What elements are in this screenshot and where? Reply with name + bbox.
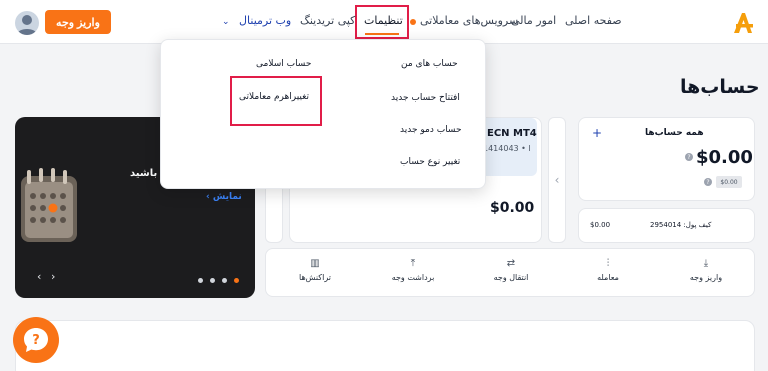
- trash-icon: ▥: [310, 258, 320, 269]
- promo-show-link[interactable]: ‹ نمایش: [206, 192, 242, 202]
- action-transactions[interactable]: ▥ تراکنش‌ها: [285, 258, 345, 282]
- chevron-down-icon: ⌄: [222, 17, 230, 27]
- candlestick-icon: ⫶: [606, 258, 610, 269]
- add-account-icon[interactable]: +: [592, 126, 602, 140]
- carousel-dot[interactable]: [198, 278, 203, 283]
- nav-home[interactable]: صفحه اصلی: [565, 14, 622, 27]
- promo-link-label: نمایش: [212, 192, 242, 202]
- nav-copy-trading[interactable]: کپی تریدینگ: [300, 14, 355, 27]
- action-withdraw-label: برداشت وجه: [391, 273, 435, 282]
- info-icon[interactable]: ?: [685, 153, 693, 161]
- total-balance: $0.00: [696, 147, 753, 168]
- help-chat-icon: ?: [24, 328, 48, 352]
- menu-islamic-account[interactable]: حساب اسلامی: [256, 59, 311, 69]
- web-terminal-label: وب ترمینال: [239, 14, 292, 27]
- menu-my-accounts[interactable]: حساب های من: [401, 59, 458, 69]
- chevron-left-icon: ‹: [206, 192, 210, 202]
- balance-badge: $0.00: [716, 176, 742, 188]
- ecn-account-balance: $0.00: [490, 200, 535, 216]
- carousel-dot[interactable]: [222, 278, 227, 283]
- menu-open-new-account[interactable]: افتتاح حساب جدید: [391, 93, 460, 103]
- all-accounts-title: همه حساب‌ها: [645, 128, 704, 138]
- support-button[interactable]: ?: [13, 317, 59, 363]
- action-trade-label: معامله: [597, 273, 619, 282]
- carousel-dot-active[interactable]: [234, 278, 239, 283]
- svg-text:?: ?: [32, 333, 40, 348]
- wallet-value: $0.00: [590, 221, 611, 229]
- download-icon: ⤓: [703, 258, 709, 269]
- deposit-button[interactable]: واریز وجه: [45, 10, 111, 34]
- upload-icon: ⤒: [410, 258, 416, 269]
- ecn-account-number: 1414043 • ا: [483, 144, 531, 153]
- page-title: حساب‌ها: [680, 76, 760, 98]
- chevron-left-icon: ‹: [554, 173, 560, 187]
- brand-logo[interactable]: [730, 10, 756, 36]
- action-transfer-label: انتقال وجه: [493, 273, 529, 282]
- promo-prev-arrow[interactable]: ‹: [37, 270, 41, 283]
- nav-trading-services[interactable]: سرویس‌های معاملاتی: [420, 14, 518, 27]
- bottom-card: [15, 320, 755, 371]
- user-avatar[interactable]: [15, 11, 39, 35]
- notification-dot: [410, 19, 416, 25]
- action-deposit-label: واریز وجه: [689, 273, 723, 282]
- action-withdraw[interactable]: ⤒ برداشت وجه: [383, 258, 443, 282]
- carousel-dot[interactable]: [210, 278, 215, 283]
- action-trade[interactable]: ⫶ معامله: [578, 258, 638, 282]
- promo-next-arrow[interactable]: ›: [51, 270, 55, 283]
- nav-web-terminal[interactable]: ⌄ وب ترمینال: [222, 14, 291, 27]
- action-deposit[interactable]: ⤓ واریز وجه: [676, 258, 736, 282]
- info-icon[interactable]: ?: [704, 178, 712, 186]
- settings-active-underline: [365, 33, 399, 35]
- leverage-highlight-box: [230, 76, 322, 126]
- action-transfer[interactable]: ⇄ انتقال وجه: [481, 258, 541, 282]
- menu-change-account-type[interactable]: تغییر نوع حساب: [400, 157, 460, 167]
- action-transactions-label: تراکنش‌ها: [299, 273, 331, 282]
- wallet-label: کیف پول: 2954014: [650, 221, 712, 229]
- menu-new-demo-account[interactable]: حساب دمو جدید: [400, 125, 462, 135]
- accounts-next-panel[interactable]: ‹: [548, 117, 566, 243]
- transfer-icon: ⇄: [506, 258, 516, 269]
- ecn-account-title: ECN MT4: [487, 128, 537, 139]
- calendar-icon: [17, 162, 87, 247]
